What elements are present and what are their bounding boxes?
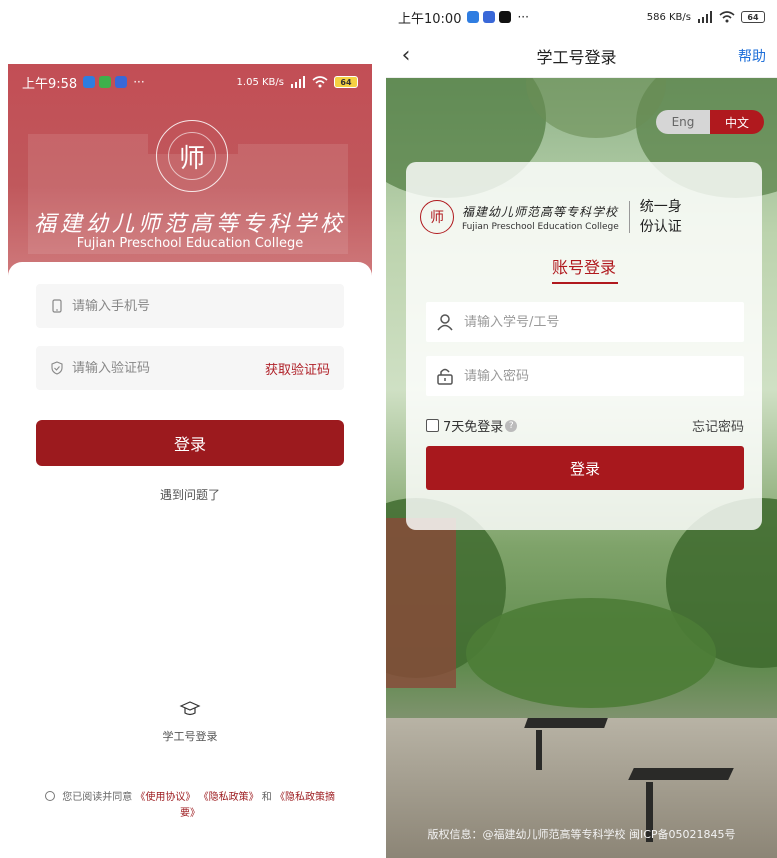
bench-shape <box>536 730 542 770</box>
nav-bar: ‹ 学工号登录 帮助 <box>386 34 777 78</box>
more-icon: ··· <box>133 75 145 89</box>
active-tab-indicator <box>552 282 618 284</box>
phone-icon <box>52 299 62 313</box>
wechat-icon <box>99 76 112 88</box>
brick-building <box>386 518 456 688</box>
battery-indicator: 64 <box>334 76 358 88</box>
password-field[interactable] <box>426 356 744 396</box>
graduation-cap-icon <box>179 701 201 716</box>
privacy-link[interactable]: 《隐私政策》 <box>199 792 259 803</box>
signal-icon <box>698 11 712 23</box>
hero-banner: 上午9:58 ··· 1.05 KB/s 64 师 福建幼儿师范高等专科学校 F… <box>8 64 372 284</box>
school-name-en: Fujian Preschool Education College <box>462 221 619 232</box>
lang-chinese-option[interactable]: 中文 <box>710 110 764 134</box>
network-speed: 586 KB/s <box>646 11 691 23</box>
wifi-icon <box>719 11 735 23</box>
login-card: 师 福建幼儿师范高等专科学校 Fujian Preschool Educatio… <box>406 162 762 530</box>
app-notification-icon <box>115 76 128 88</box>
help-link[interactable]: 遇到问题了 <box>8 486 372 503</box>
wifi-icon <box>312 76 328 88</box>
school-seal-logo: 师 <box>156 120 228 192</box>
school-seal-logo: 师 <box>420 200 454 234</box>
more-icon: ··· <box>517 10 529 24</box>
agree-radio[interactable] <box>45 791 56 801</box>
status-right: 586 KB/s 64 <box>647 11 765 23</box>
agreement-text: 您已阅读并同意 《使用协议》 《隐私政策》 和 《隐私政策摘要》 <box>40 790 340 822</box>
remember-label: 7天免登录 <box>443 420 504 435</box>
help-button[interactable]: 帮助 <box>727 46 777 66</box>
school-name-cn: 福建幼儿师范高等专科学校 <box>33 212 346 237</box>
status-bar: 上午9:58 ··· 1.05 KB/s 64 <box>8 64 372 100</box>
login-button[interactable]: 登录 <box>426 446 744 490</box>
bench-shape <box>628 768 734 780</box>
agree-prefix: 您已阅读并同意 <box>62 792 133 803</box>
code-input[interactable] <box>72 360 265 376</box>
phone-input[interactable] <box>72 298 330 314</box>
notification-icons: ··· <box>83 75 145 89</box>
username-field[interactable] <box>426 302 744 342</box>
campus-background-photo: Eng 中文 师 福建幼儿师范高等专科学校 Fujian Preschool E… <box>386 78 777 858</box>
seal-character: 师 <box>168 132 216 180</box>
app-notification-icon <box>83 76 96 88</box>
login-button[interactable]: 登录 <box>36 420 344 466</box>
user-icon <box>437 314 453 331</box>
status-time: 上午10:00 <box>398 11 462 27</box>
app-notification-icon <box>483 11 496 23</box>
sso-line-1: 统一身 <box>639 199 682 215</box>
staff-login-entry[interactable]: 学工号登录 <box>140 698 240 744</box>
app-notification-icon <box>467 11 480 23</box>
staff-login-label: 学工号登录 <box>162 730 218 743</box>
question-icon[interactable]: ? <box>505 419 518 432</box>
get-code-button[interactable]: 获取验证码 <box>265 359 330 378</box>
phone-staff-login-screen: 上午10:00 ··· 586 KB/s 64 ‹ 学工号登录 帮助 Eng 中… <box>386 0 777 858</box>
lock-icon <box>437 368 453 385</box>
lang-english-option[interactable]: Eng <box>656 110 710 134</box>
remember-me[interactable]: 7天免登录 ? <box>426 416 518 435</box>
back-icon[interactable]: ‹ <box>386 34 426 78</box>
sso-label: 统一身 份认证 <box>640 197 682 237</box>
status-right: 1.05 KB/s 64 <box>237 76 358 88</box>
bench-shape <box>524 718 608 728</box>
password-input[interactable] <box>464 368 734 384</box>
sso-line-2: 份认证 <box>639 219 682 235</box>
terms-link[interactable]: 《使用协议》 <box>135 792 195 803</box>
school-name-block: 福建幼儿师范高等专科学校 Fujian Preschool Education … <box>462 203 619 232</box>
remember-checkbox[interactable] <box>426 419 439 432</box>
battery-indicator: 64 <box>741 11 765 23</box>
phone-login-screen: 上午9:58 ··· 1.05 KB/s 64 师 福建幼儿师范高等专科学校 F… <box>8 64 372 858</box>
page-title: 学工号登录 <box>536 47 617 67</box>
username-input[interactable] <box>464 314 734 330</box>
tiktok-icon <box>499 11 512 23</box>
hedge-shape <box>466 598 716 708</box>
code-field[interactable]: 获取验证码 <box>36 346 344 390</box>
divider <box>628 201 630 233</box>
school-name-en: Fujian Preschool Education College <box>76 236 304 251</box>
shield-icon <box>51 361 63 375</box>
forgot-password-link[interactable]: 忘记密码 <box>692 416 744 435</box>
agree-and: 和 <box>261 792 272 803</box>
language-toggle: Eng 中文 <box>656 110 764 134</box>
status-time: 上午9:58 <box>22 76 78 92</box>
phone-field[interactable] <box>36 284 344 328</box>
tab-account-login[interactable]: 账号登录 <box>406 254 762 278</box>
screenshot-pair: 上午9:58 ··· 1.05 KB/s 64 师 福建幼儿师范高等专科学校 F… <box>0 0 777 858</box>
notification-icons: ··· <box>467 10 529 24</box>
network-speed: 1.05 KB/s <box>236 76 284 88</box>
signal-icon <box>291 76 305 88</box>
school-logo-row: 师 福建幼儿师范高等专科学校 Fujian Preschool Educatio… <box>420 196 750 238</box>
school-name-cn: 福建幼儿师范高等专科学校 <box>462 204 619 219</box>
copyright-footer: 版权信息：@福建幼儿师范高等专科学校 闽ICP备05021845号 <box>427 828 736 841</box>
status-bar: 上午10:00 ··· 586 KB/s 64 <box>386 0 777 34</box>
